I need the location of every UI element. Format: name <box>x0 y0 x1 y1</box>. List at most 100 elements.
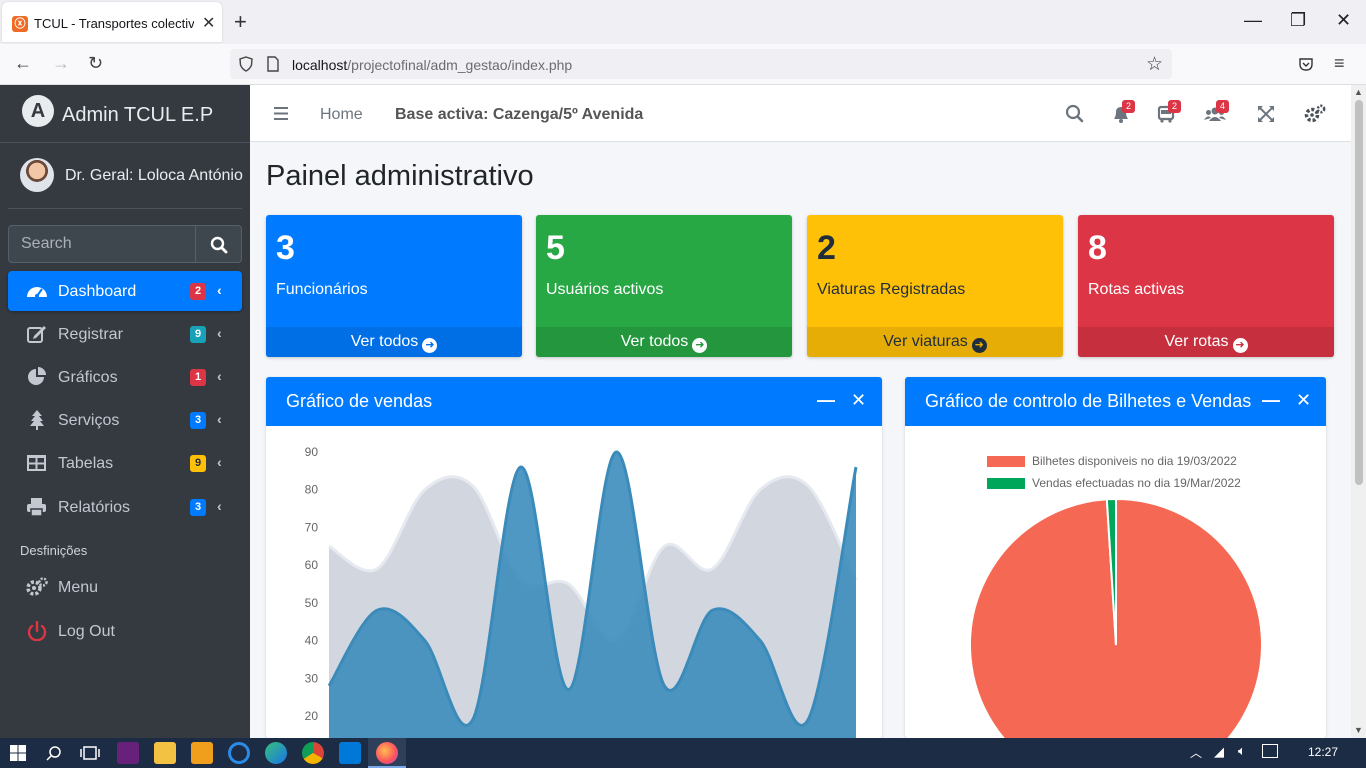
graficos-badge: 1 <box>190 369 206 386</box>
close-tab-icon[interactable]: ✕ <box>202 13 215 33</box>
sidebar-item-dashboard[interactable]: Dashboard 2 ‹ <box>8 271 242 311</box>
pocket-icon[interactable] <box>1298 56 1314 72</box>
page-scrollbar[interactable]: ▲ ▼ <box>1351 85 1366 738</box>
sidebar-item-label: Serviços <box>58 412 120 429</box>
close-window-button[interactable]: ✕ <box>1336 10 1351 31</box>
scroll-down-icon[interactable]: ▼ <box>1354 725 1363 735</box>
menu-hamburger-icon[interactable]: ≡ <box>1334 53 1345 74</box>
sidebar-item-label: Registrar <box>58 326 123 343</box>
sidebar-item-menu[interactable]: Menu <box>8 567 242 607</box>
users-button[interactable]: 4 <box>1204 100 1229 125</box>
sidebar-item-graficos[interactable]: Gráficos 1 ‹ <box>8 357 242 397</box>
reload-button[interactable]: ↻ <box>88 53 103 74</box>
stat-label: Funcionários <box>276 281 368 298</box>
bookmark-star-icon[interactable]: ☆ <box>1146 53 1163 76</box>
clock: 12:27 <box>1308 745 1339 759</box>
stat-value: 5 <box>546 229 565 267</box>
legend-label: Bilhetes disponiveis no dia 19/03/2022 <box>1032 454 1237 468</box>
collapse-button[interactable]: — <box>1262 390 1280 411</box>
file-explorer-icon[interactable] <box>154 742 176 764</box>
stat-footer-link[interactable]: Ver viaturas ➜ <box>807 327 1063 357</box>
chevron-left-icon: ‹ <box>217 368 222 384</box>
collapse-button[interactable]: — <box>817 390 835 411</box>
tachometer-icon <box>27 287 47 298</box>
sidebar-item-label: Dashboard <box>58 283 137 300</box>
sales-area-chart: 90 80 70 60 50 40 30 20 <box>305 445 858 738</box>
dashboard-badge: 2 <box>190 283 206 300</box>
scroll-up-icon[interactable]: ▲ <box>1354 87 1363 97</box>
vscode-icon[interactable] <box>339 742 361 764</box>
sidebar-item-logout[interactable]: Log Out <box>8 611 242 651</box>
arrow-circle-right-icon: ➜ <box>422 338 438 353</box>
home-link[interactable]: Home <box>320 106 363 124</box>
legend-label: Vendas efectuadas no dia 19/Mar/2022 <box>1032 476 1241 490</box>
chevron-left-icon: ‹ <box>217 454 222 470</box>
sidebar-item-tabelas[interactable]: Tabelas 9 ‹ <box>8 443 242 483</box>
top-navbar: Home Base activa: Cazenga/5º Avenida 2 2… <box>250 85 1351 142</box>
shield-icon[interactable] <box>238 56 254 72</box>
stat-label: Viaturas Registradas <box>817 281 966 298</box>
sidebar-item-relatorios[interactable]: Relatórios 3 ‹ <box>8 487 242 527</box>
windows-start-icon[interactable] <box>10 745 26 761</box>
print-icon <box>27 498 46 517</box>
y-tick-label: 30 <box>305 671 319 685</box>
bus-button[interactable]: 2 <box>1156 100 1181 125</box>
arrow-circle-right-icon: ➜ <box>971 338 987 353</box>
network-icon[interactable]: ◢ <box>1214 744 1224 760</box>
restore-button[interactable]: ❐ <box>1290 10 1306 31</box>
settings-cogs-icon[interactable] <box>1304 103 1326 125</box>
tray-chevron-up-icon[interactable]: ︿ <box>1190 744 1202 761</box>
stat-value: 2 <box>817 229 836 267</box>
arrow-circle-right-icon: ➜ <box>1232 338 1248 353</box>
search-icon[interactable] <box>1064 103 1086 125</box>
forward-button[interactable]: → <box>52 53 70 74</box>
card-title: Gráfico de vendas <box>286 391 433 411</box>
new-tab-button[interactable]: + <box>234 9 247 35</box>
sidebar-item-label: Menu <box>58 579 99 596</box>
hamburger-toggle-icon[interactable] <box>274 107 288 120</box>
card-title: Gráfico de controlo de Bilhetes e Vendas <box>925 391 1252 411</box>
chrome-icon[interactable] <box>302 742 324 764</box>
avatar <box>20 158 54 192</box>
fullscreen-icon[interactable] <box>1255 103 1277 125</box>
brand-link[interactable]: A Admin TCUL E.P <box>0 85 250 143</box>
stat-box-usuarios: 5 Usuários activos Ver todos ➜ <box>536 215 792 357</box>
media-player-icon[interactable] <box>191 742 213 764</box>
stat-label: Rotas activas <box>1088 281 1185 298</box>
search-button[interactable] <box>196 225 242 263</box>
sidebar-item-servicos[interactable]: Serviços 3 ‹ <box>8 400 242 440</box>
task-view-icon[interactable] <box>80 745 100 761</box>
y-tick-label: 80 <box>305 483 319 497</box>
legend-swatch <box>987 478 1025 489</box>
stat-box-rotas: 8 Rotas activas Ver rotas ➜ <box>1078 215 1334 357</box>
firefox-taskbar-item[interactable] <box>368 738 406 768</box>
user-name[interactable]: Dr. Geral: Loloca António <box>65 167 243 185</box>
edge-icon[interactable] <box>265 742 287 764</box>
minimize-button[interactable]: — <box>1244 10 1262 31</box>
browser-tab[interactable]: ⓧ TCUL - Transportes colectivos u ✕ <box>2 2 222 42</box>
volume-icon[interactable]: 🔈︎ <box>1238 743 1246 759</box>
search-icon[interactable] <box>46 745 62 761</box>
visual-studio-icon[interactable] <box>117 742 139 764</box>
notification-center-icon[interactable] <box>1262 744 1278 758</box>
search-input[interactable] <box>8 225 196 263</box>
tab-title: TCUL - Transportes colectivos u <box>34 16 194 31</box>
sidebar-item-label: Tabelas <box>58 455 114 472</box>
sidebar-item-registrar[interactable]: Registrar 9 ‹ <box>8 314 242 354</box>
brand-text: Admin TCUL E.P <box>62 104 214 126</box>
edge-legacy-icon[interactable] <box>228 742 250 764</box>
close-card-button[interactable]: ✕ <box>851 390 866 411</box>
close-card-button[interactable]: ✕ <box>1296 390 1311 411</box>
brand-logo: A <box>22 95 54 127</box>
chevron-left-icon: ‹ <box>217 325 222 341</box>
y-tick-label: 20 <box>305 709 319 723</box>
notifications-button[interactable]: 2 <box>1110 100 1135 125</box>
address-bar[interactable]: localhost/projectofinal/adm_gestao/index… <box>230 49 1172 79</box>
bus-badge: 2 <box>1168 100 1181 113</box>
stat-footer-link[interactable]: Ver rotas ➜ <box>1078 327 1334 357</box>
stat-footer-link[interactable]: Ver todos ➜ <box>536 327 792 357</box>
back-button[interactable]: ← <box>14 53 32 74</box>
stat-footer-link[interactable]: Ver todos ➜ <box>266 327 522 357</box>
scrollbar-thumb[interactable] <box>1355 100 1363 485</box>
browser-toolbar: ← → ↻ localhost/projectofinal/adm_gestao… <box>0 44 1366 85</box>
